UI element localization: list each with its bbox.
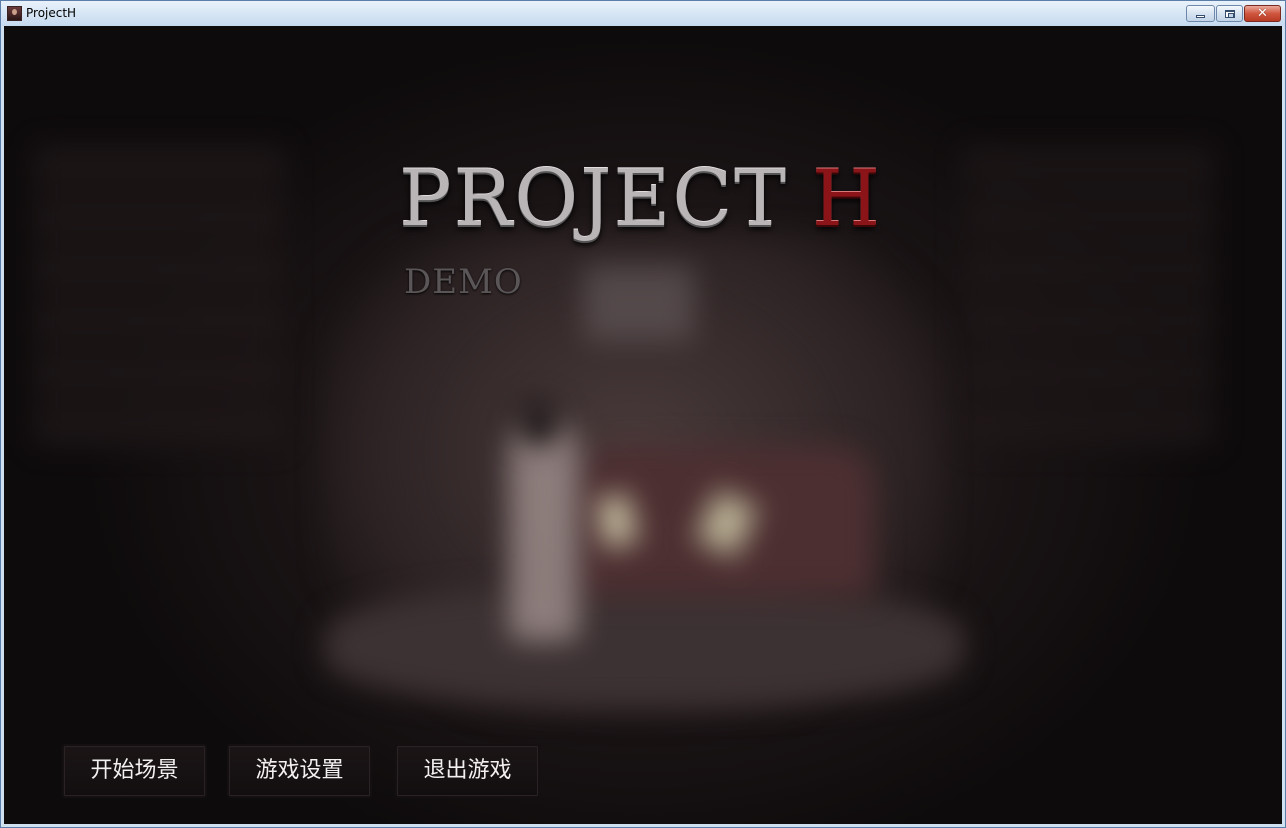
background-figure [509, 421, 579, 641]
background-rug [324, 586, 964, 706]
minimize-icon [1196, 15, 1205, 18]
quit-game-button[interactable]: 退出游戏 [395, 744, 540, 798]
start-scene-button[interactable]: 开始场景 [62, 744, 207, 798]
maximize-button[interactable] [1216, 5, 1243, 22]
background-shelf-left [34, 146, 284, 446]
game-window: ProjectH ✕ PROJECT H DEMO 开始场景 游戏设置 退出游戏 [0, 0, 1286, 828]
background-shelf-right [964, 146, 1214, 446]
close-button[interactable]: ✕ [1244, 5, 1281, 22]
game-settings-button[interactable]: 游戏设置 [227, 744, 372, 798]
title-bar[interactable]: ProjectH ✕ [1, 1, 1285, 26]
background-picture-frame [584, 266, 694, 341]
minimize-button[interactable] [1186, 5, 1215, 22]
close-icon: ✕ [1257, 6, 1268, 21]
demo-label: DEMO [404, 262, 523, 302]
app-icon[interactable] [7, 6, 22, 21]
restore-icon [1225, 10, 1235, 18]
background-figure-head [519, 401, 559, 446]
game-logo: PROJECT [399, 154, 789, 244]
title-screen: PROJECT H DEMO 开始场景 游戏设置 退出游戏 [4, 26, 1282, 824]
window-title: ProjectH [26, 6, 77, 20]
game-logo-accent: H [812, 154, 881, 244]
